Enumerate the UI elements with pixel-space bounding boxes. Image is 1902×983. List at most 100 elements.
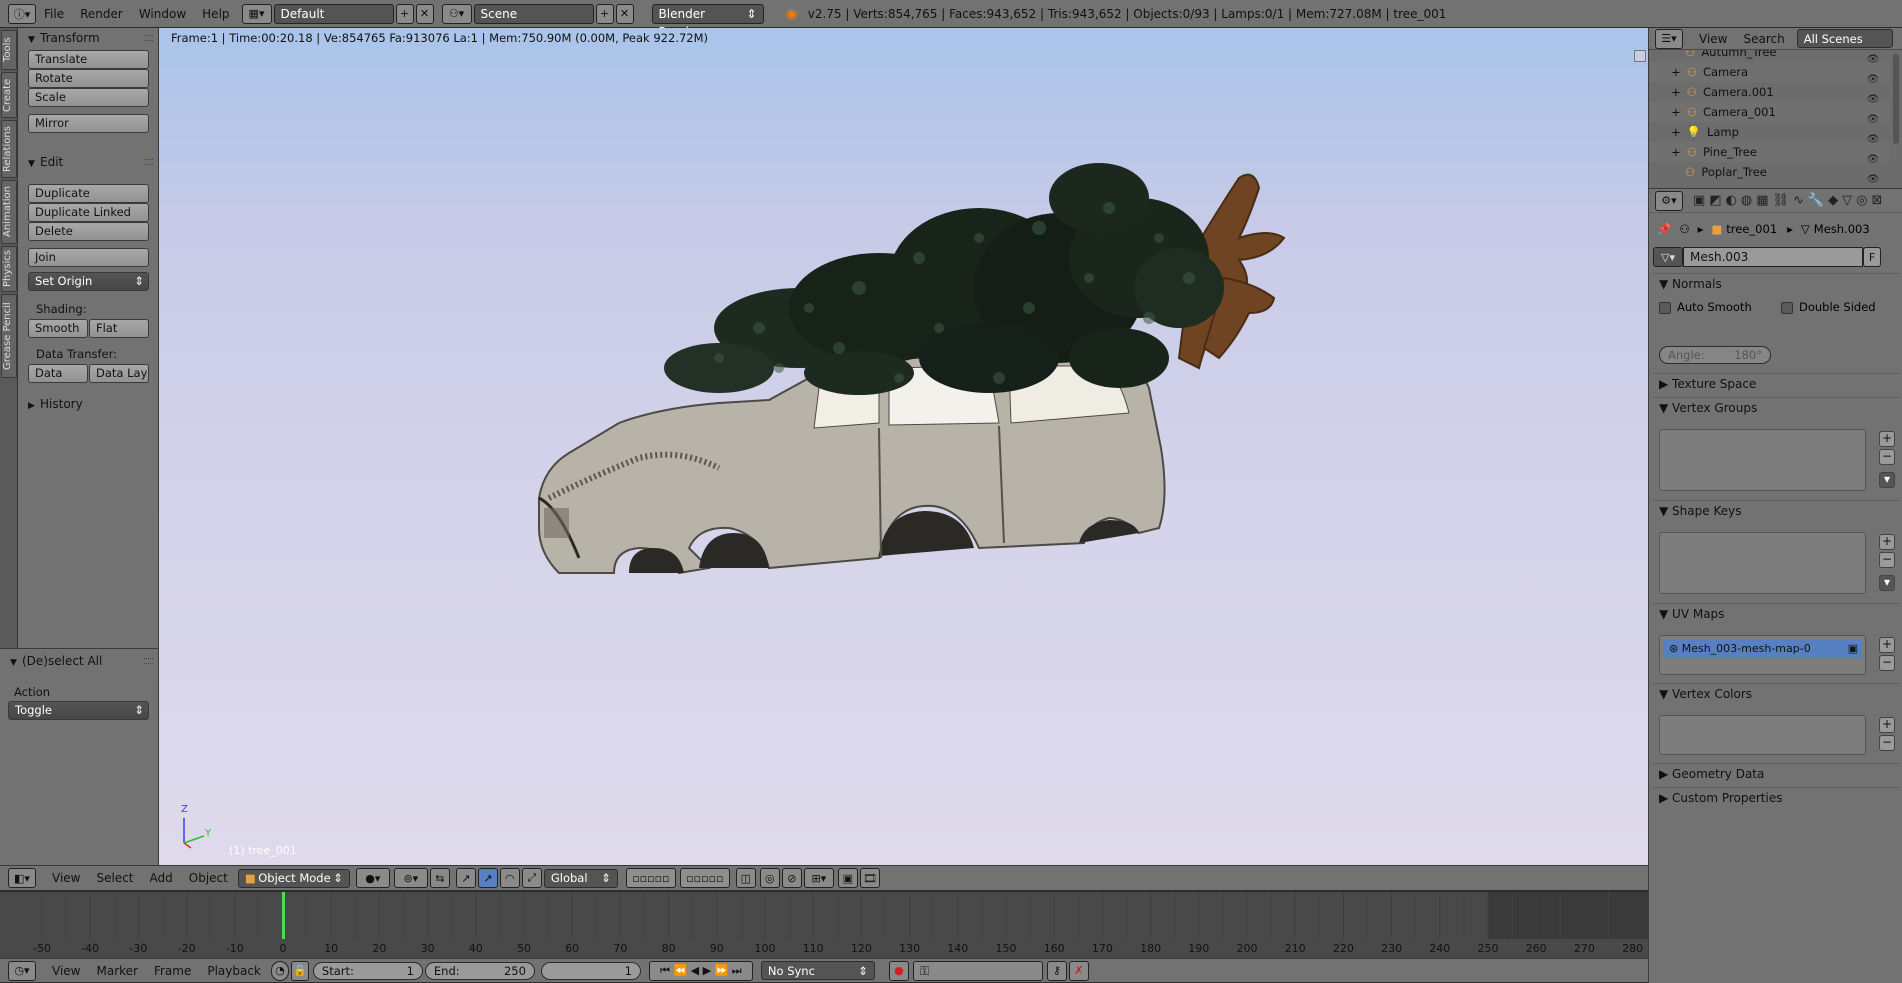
outliner-scrollbar[interactable] — [1893, 54, 1899, 144]
pin-icon[interactable]: 📌 — [1657, 222, 1671, 236]
uv-maps-panel-header[interactable]: ▼ UV Maps — [1653, 603, 1899, 623]
keying-set-field[interactable]: ⚿ — [912, 960, 1043, 981]
timeline-view-menu[interactable]: View — [52, 964, 80, 978]
fake-user-button[interactable]: F — [1863, 247, 1881, 267]
menu-render[interactable]: Render — [72, 0, 131, 28]
outliner-item[interactable]: + ⚇ Camera — [1649, 62, 1889, 82]
add-menu[interactable]: Add — [150, 871, 173, 885]
auto-smooth-checkbox[interactable]: Auto Smooth — [1659, 300, 1752, 314]
translate-manipulator-icon[interactable]: ↗ — [477, 868, 498, 888]
select-menu[interactable]: Select — [96, 871, 133, 885]
view-menu[interactable]: View — [52, 871, 80, 885]
action-dropdown[interactable]: Toggle ⇕ — [8, 701, 149, 720]
tab-relations[interactable]: Relations — [1, 120, 17, 178]
outliner-search-menu[interactable]: Search — [1743, 32, 1784, 46]
custom-properties-panel-header[interactable]: ▶ Custom Properties — [1653, 787, 1899, 807]
delete-keyframe-icon[interactable]: ✗ — [1068, 960, 1089, 981]
screen-layout-field[interactable]: Default — [273, 3, 394, 24]
playback-menu[interactable]: Playback — [207, 964, 261, 978]
uv-maps-list[interactable]: ⊛ Mesh_003-mesh-map-0 ▣ — [1659, 635, 1866, 675]
tab-create[interactable]: Create — [1, 72, 17, 118]
duplicate-linked-button[interactable]: Duplicate Linked — [28, 203, 149, 222]
playback-controls[interactable]: ⏮ ⏪ ◀ ▶ ⏩ ⏭ — [648, 960, 753, 981]
outliner-item[interactable]: + ⚇ Camera_001 — [1649, 102, 1889, 122]
outliner-item[interactable]: + ⚇ Pine_Tree — [1649, 142, 1889, 162]
menu-file[interactable]: File — [36, 0, 72, 28]
add-vertex-group-icon[interactable]: + — [1879, 431, 1895, 447]
mode-dropdown[interactable]: ■ Object Mode ⇕ — [237, 868, 350, 888]
menu-window[interactable]: Window — [131, 0, 194, 28]
preview-range-icon[interactable]: ◔ — [270, 960, 289, 981]
rotate-manipulator-icon[interactable]: ◠ — [499, 868, 520, 888]
remove-scene-icon[interactable]: ✕ — [615, 3, 634, 24]
editor-type-info-icon[interactable]: ⓘ▾ — [8, 3, 36, 24]
end-frame-field[interactable]: End: 250 — [424, 961, 535, 980]
vertex-groups-panel-header[interactable]: ▼ Vertex Groups — [1653, 397, 1899, 417]
insert-keyframe-icon[interactable]: ⚷ — [1046, 960, 1067, 981]
3d-viewport[interactable]: Frame:1 | Time:00:20.18 | Ve:854765 Fa:9… — [159, 28, 1648, 865]
sync-dropdown[interactable]: No Sync ⇕ — [760, 961, 875, 980]
orientation-dropdown[interactable]: Global ⇕ — [543, 868, 618, 888]
outliner-item[interactable]: ⚇ Poplar_Tree — [1649, 162, 1889, 182]
record-icon[interactable]: ● — [888, 960, 909, 981]
vertex-group-specials-icon[interactable]: ▾ — [1879, 472, 1895, 488]
panel-grip-icon[interactable] — [144, 658, 153, 664]
geometry-data-panel-header[interactable]: ▶ Geometry Data — [1653, 763, 1899, 783]
current-frame-cursor[interactable] — [282, 892, 285, 939]
normals-panel-header[interactable]: ▼ Normals — [1653, 273, 1899, 293]
proportional-edit-icon[interactable]: ◎ — [759, 868, 780, 888]
vertex-colors-list[interactable] — [1659, 715, 1866, 755]
delete-button[interactable]: Delete — [28, 222, 149, 241]
outliner-item[interactable]: ⚇ Autumn_Tree — [1649, 50, 1889, 62]
add-uv-map-icon[interactable]: + — [1879, 637, 1895, 653]
marker-menu[interactable]: Marker — [96, 964, 137, 978]
lock-range-icon[interactable]: 🔒 — [290, 960, 309, 981]
editor-type-outliner-icon[interactable]: ☰▾ — [1655, 28, 1683, 49]
outliner-item[interactable]: + 💡 Lamp — [1649, 122, 1889, 142]
remove-uv-map-icon[interactable]: − — [1879, 655, 1895, 671]
uv-map-item[interactable]: ⊛ Mesh_003-mesh-map-0 ▣ — [1663, 640, 1862, 658]
shape-keys-panel-header[interactable]: ▼ Shape Keys — [1653, 500, 1899, 520]
render-animation-icon[interactable]: 🎞 — [859, 868, 880, 888]
panel-grip-icon[interactable] — [144, 159, 153, 165]
screen-layout-icon[interactable]: ▦▾ — [241, 3, 272, 24]
edit-panel-header[interactable]: ▼ Edit — [18, 152, 159, 172]
mesh-name-field[interactable]: Mesh.003 — [1683, 247, 1863, 267]
data-transfer-button[interactable]: Data — [28, 364, 88, 383]
editor-type-3d-icon[interactable]: ◧▾ — [8, 868, 36, 888]
data-layout-transfer-button[interactable]: Data Layo — [89, 364, 149, 383]
visibility-icons-column[interactable]: 👁 👁 👁 👁 👁 👁 👁 — [1859, 50, 1887, 188]
scale-button[interactable]: Scale — [28, 88, 149, 107]
add-scene-icon[interactable]: + — [595, 3, 614, 24]
history-panel-header[interactable]: ▶ History — [18, 394, 159, 414]
context-tabs-icons[interactable]: ▣◩◐◍▦⛓∿🔧◆▽◎⊠ — [1693, 193, 1886, 208]
pivot-point-icon[interactable]: ⊚▾ — [393, 868, 428, 888]
render-engine-dropdown[interactable]: Blender Render ⇕ — [651, 3, 764, 39]
shape-key-specials-icon[interactable]: ▾ — [1879, 575, 1895, 591]
snap-toggle-icon[interactable]: ⊘ — [781, 868, 802, 888]
add-vertex-color-icon[interactable]: + — [1879, 717, 1895, 733]
layers-grid-a-icon[interactable]: ▫▫▫▫▫ — [625, 868, 676, 888]
transform-panel-header[interactable]: ▼ Transform — [18, 28, 159, 48]
vertex-colors-panel-header[interactable]: ▼ Vertex Colors — [1653, 683, 1899, 703]
tab-physics[interactable]: Physics — [1, 246, 17, 292]
tab-animation[interactable]: Animation — [1, 180, 17, 244]
editor-type-properties-icon[interactable]: ⚙▾ — [1655, 190, 1683, 211]
editor-type-timeline-icon[interactable]: ◷▾ — [8, 960, 36, 981]
remove-screen-icon[interactable]: ✕ — [415, 3, 434, 24]
manipulator-icon[interactable]: ↗ — [455, 868, 476, 888]
timeline-area[interactable]: -50 -40 -30 -20 -10 0 10 20 30 40 50 60 70 80 90 100 110… — [0, 891, 1648, 958]
double-sided-checkbox[interactable]: Double Sided — [1781, 300, 1876, 314]
render-uv-icon[interactable]: ▣ — [1848, 640, 1858, 658]
tab-grease-pencil[interactable]: Grease Pencil — [1, 294, 17, 378]
outliner-item[interactable]: + ⚇ Camera.001 — [1649, 82, 1889, 102]
flat-button[interactable]: Flat — [89, 319, 149, 338]
outliner-tree[interactable]: ⚇ Autumn_Tree + ⚇ Camera + ⚇ Camera.001 + ⚇ Cam… — [1649, 50, 1902, 188]
browse-mesh-icon[interactable]: ▽▾ — [1653, 247, 1683, 267]
vertex-groups-list[interactable] — [1659, 429, 1866, 491]
panel-grip-icon[interactable] — [144, 35, 153, 41]
texture-space-panel-header[interactable]: ▶ Texture Space — [1653, 373, 1899, 393]
scene-icon[interactable]: ⚇▾ — [441, 3, 472, 24]
remove-shape-key-icon[interactable]: − — [1879, 552, 1895, 568]
outliner-view-menu[interactable]: View — [1699, 32, 1727, 46]
